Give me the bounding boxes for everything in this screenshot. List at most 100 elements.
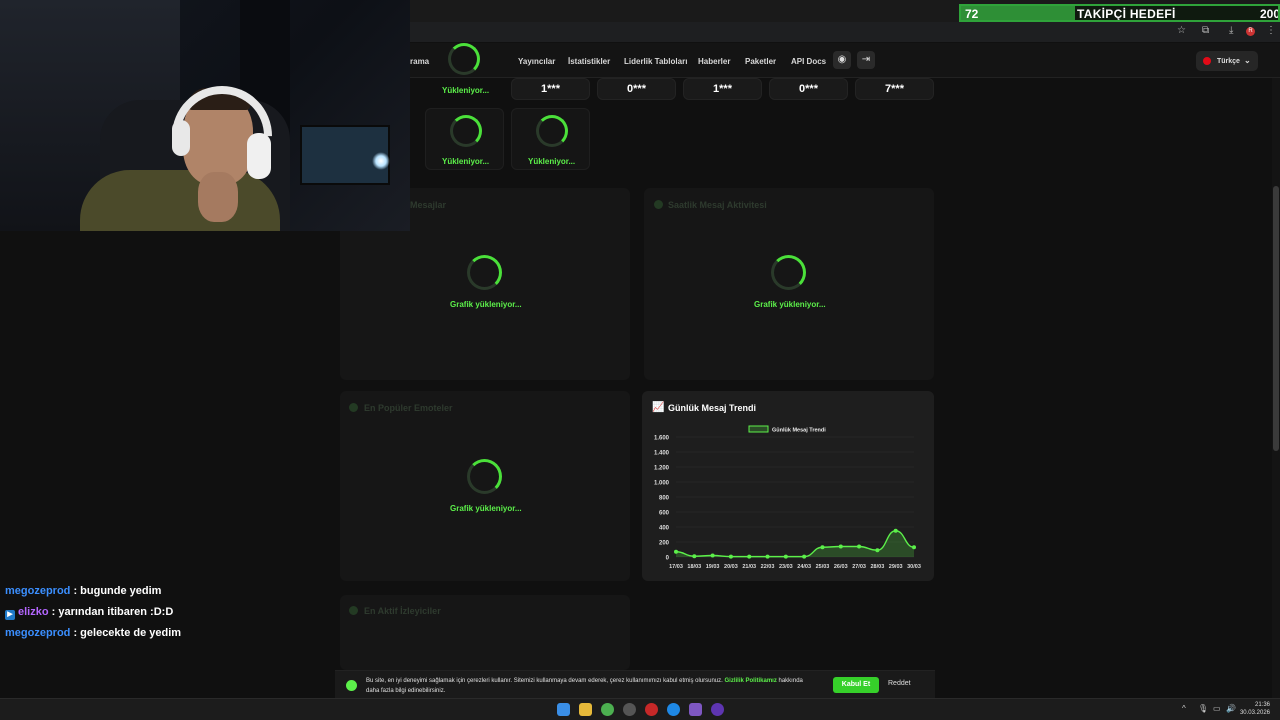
chat-text: : bugunde yedim (70, 585, 162, 597)
menu-icon[interactable]: ⋮ (1266, 25, 1276, 36)
nav-item-arama[interactable]: rama (410, 57, 429, 66)
extensions-icon[interactable]: ⧉ (1202, 25, 1209, 36)
chat-username: elizko (18, 606, 49, 618)
discord-taskbar-icon[interactable] (689, 703, 702, 716)
data-point (820, 545, 825, 550)
microphone-icon[interactable]: 🎙 (1198, 704, 1208, 713)
y-tick-label: 400 (659, 526, 670, 532)
opera-icon[interactable] (645, 703, 658, 716)
windows-start-icon[interactable] (557, 703, 570, 716)
x-tick-label: 28/03 (871, 564, 885, 570)
chat-message: megozeprod : gelecekte de yedim (5, 627, 181, 639)
chat-username: megozeprod (5, 585, 71, 597)
obs-icon[interactable] (711, 703, 724, 716)
taskbar-clock[interactable]: 21:36 30.03.2026 (1240, 701, 1270, 717)
discord-icon[interactable]: ◉ (833, 51, 851, 69)
chart-loading-label: Grafik yükleniyor... (754, 300, 826, 309)
cookie-icon (346, 680, 357, 691)
stat-card: 1*** (511, 78, 590, 100)
tray-chevron-icon[interactable]: ^ (1182, 704, 1186, 713)
turkey-flag-icon (1203, 57, 1211, 65)
data-point (783, 554, 788, 559)
loading-spinner (467, 255, 502, 290)
scrollbar-thumb[interactable] (1273, 186, 1279, 451)
clock-time: 21:36 (1254, 702, 1270, 708)
x-tick-label: 17/03 (669, 564, 683, 570)
data-point (765, 554, 770, 559)
cookie-banner: Bu site, en iyi deneyimi sağlamak için ç… (335, 670, 935, 698)
x-tick-label: 30/03 (907, 564, 921, 570)
page-scrollbar[interactable] (1272, 78, 1280, 698)
chat-text: : gelecekte de yedim (70, 627, 182, 639)
privacy-policy-link[interactable]: Gizlilik Politikamız (724, 678, 776, 684)
y-tick-label: 600 (659, 511, 670, 517)
webcam-person-hand (198, 172, 238, 222)
nav-item-paketler[interactable]: Paketler (745, 57, 776, 66)
stat-card: 0*** (597, 78, 676, 100)
headphone-cup-left (172, 120, 190, 156)
series-area (676, 530, 914, 557)
y-tick-label: 1.000 (654, 481, 670, 487)
loading-spinner (467, 459, 502, 494)
clock-date: 30.03.2026 (1239, 710, 1270, 716)
network-icon[interactable]: ▭ (1213, 704, 1221, 713)
reject-cookies-button[interactable]: Reddet (888, 680, 911, 687)
daily-message-trend-panel: 📈 Günlük Mesaj Trendi 1.600 1.400 1.200 1.0… (642, 391, 934, 581)
y-tick-label: 1.200 (654, 466, 670, 472)
chat-message: ▶ elizko : yarından itibaren :D:D (5, 606, 173, 620)
data-point (912, 545, 916, 550)
popular-emotes-panel: En Popüler Emoteler Grafik yükleniyor... (340, 391, 630, 581)
active-viewers-panel: En Aktif İzleyiciler (340, 595, 630, 670)
language-select[interactable]: Türkçe ⌄ (1196, 51, 1258, 71)
chrome-icon[interactable] (601, 703, 614, 716)
chart-loading-label: Grafik yükleniyor... (450, 504, 522, 513)
data-point (728, 554, 733, 559)
volume-icon[interactable]: 🔊 (1226, 704, 1236, 713)
loading-stat-card: Yükleniyor... (425, 108, 504, 170)
data-point (692, 554, 697, 559)
stat-card: 0*** (769, 78, 848, 100)
x-tick-label: 19/03 (706, 564, 720, 570)
panel-title: En Popüler Emoteler (364, 403, 453, 413)
loading-label: Yükleniyor... (528, 157, 576, 166)
nav-item-liderlik[interactable]: Liderlik Tabloları (624, 57, 687, 66)
nav-item-istatistikler[interactable]: İstatistikler (568, 57, 610, 66)
y-tick-label: 1.400 (654, 451, 670, 457)
x-tick-label: 20/03 (724, 564, 738, 570)
accept-cookies-button[interactable]: Kabul Et (833, 677, 879, 693)
chat-message: megozeprod : bugunde yedim (5, 585, 161, 597)
chart-loading-label: Grafik yükleniyor... (450, 300, 522, 309)
x-tick-label: 25/03 (816, 564, 830, 570)
panel-title: En Aktif İzleyiciler (364, 606, 441, 616)
webcam-lamp (372, 152, 390, 170)
loading-spinner (448, 43, 480, 75)
data-point (875, 548, 880, 553)
settings-icon[interactable] (623, 703, 636, 716)
login-icon[interactable]: ⇥ (857, 51, 875, 69)
data-point (710, 553, 715, 558)
legend-label: Günlük Mesaj Trendi (772, 428, 826, 434)
loading-stat-card: Yükleniyor... (511, 108, 590, 170)
download-icon[interactable]: ⤓ (1229, 25, 1233, 36)
loading-spinner (536, 115, 568, 147)
data-point (893, 528, 898, 533)
goal-target: 200 (1259, 7, 1280, 21)
y-tick-label: 0 (666, 556, 670, 562)
star-icon[interactable]: ☆ (1177, 25, 1186, 36)
data-point (802, 554, 807, 559)
goal-current: 72 (965, 7, 979, 21)
nav-item-api-docs[interactable]: API Docs (791, 57, 826, 66)
profile-avatar[interactable]: R (1246, 27, 1255, 36)
nav-item-yayincilar[interactable]: Yayıncılar (518, 57, 555, 66)
file-explorer-icon[interactable] (579, 703, 592, 716)
nav-item-haberler[interactable]: Haberler (698, 57, 730, 66)
trend-chart: 1.600 1.400 1.200 1.000 800 600 400 200 0 17/03 18… (654, 425, 921, 570)
edge-icon[interactable] (667, 703, 680, 716)
y-tick-label: 200 (659, 541, 670, 547)
x-tick-label: 22/03 (761, 564, 775, 570)
users-icon (349, 606, 358, 615)
headphone-cup-right (247, 133, 271, 179)
x-tick-label: 29/03 (889, 564, 903, 570)
loading-label: Yükleniyor... (442, 157, 490, 166)
x-tick-label: 24/03 (797, 564, 811, 570)
